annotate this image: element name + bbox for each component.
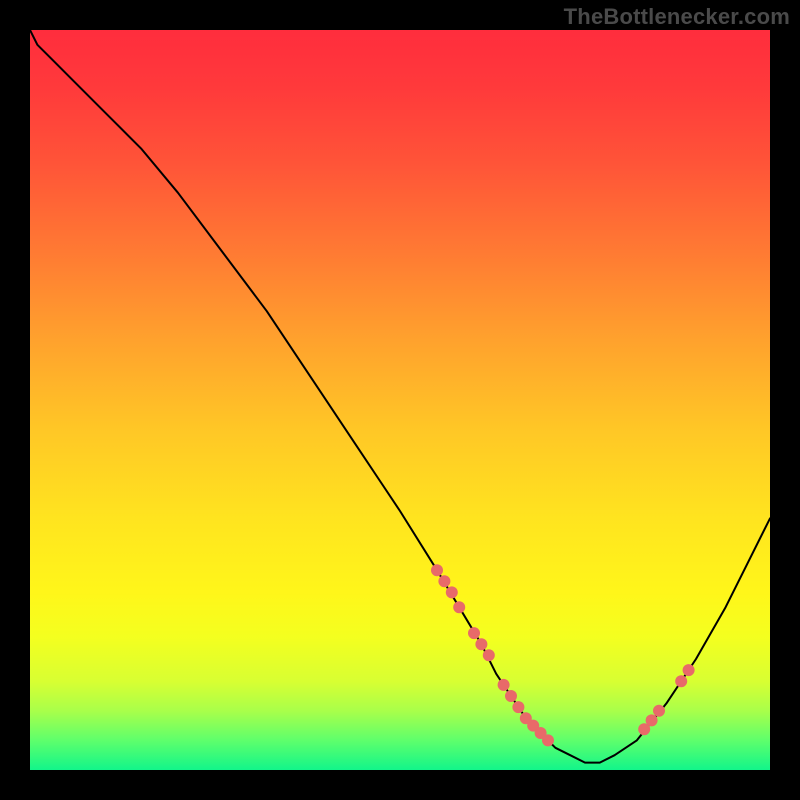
chart-frame: TheBottlenecker.com <box>0 0 800 800</box>
data-marker <box>468 627 480 639</box>
marker-group <box>431 564 695 746</box>
data-marker <box>512 701 524 713</box>
bottleneck-curve <box>30 30 770 763</box>
data-marker <box>483 649 495 661</box>
data-marker <box>446 586 458 598</box>
data-marker <box>505 690 517 702</box>
data-marker <box>475 638 487 650</box>
data-marker <box>646 714 658 726</box>
watermark-text: TheBottlenecker.com <box>564 4 790 30</box>
data-marker <box>498 679 510 691</box>
data-marker <box>438 575 450 587</box>
data-marker <box>683 664 695 676</box>
data-marker <box>542 734 554 746</box>
data-marker <box>453 601 465 613</box>
chart-svg <box>30 30 770 770</box>
data-marker <box>653 705 665 717</box>
plot-area <box>30 30 770 770</box>
data-marker <box>431 564 443 576</box>
data-marker <box>675 675 687 687</box>
